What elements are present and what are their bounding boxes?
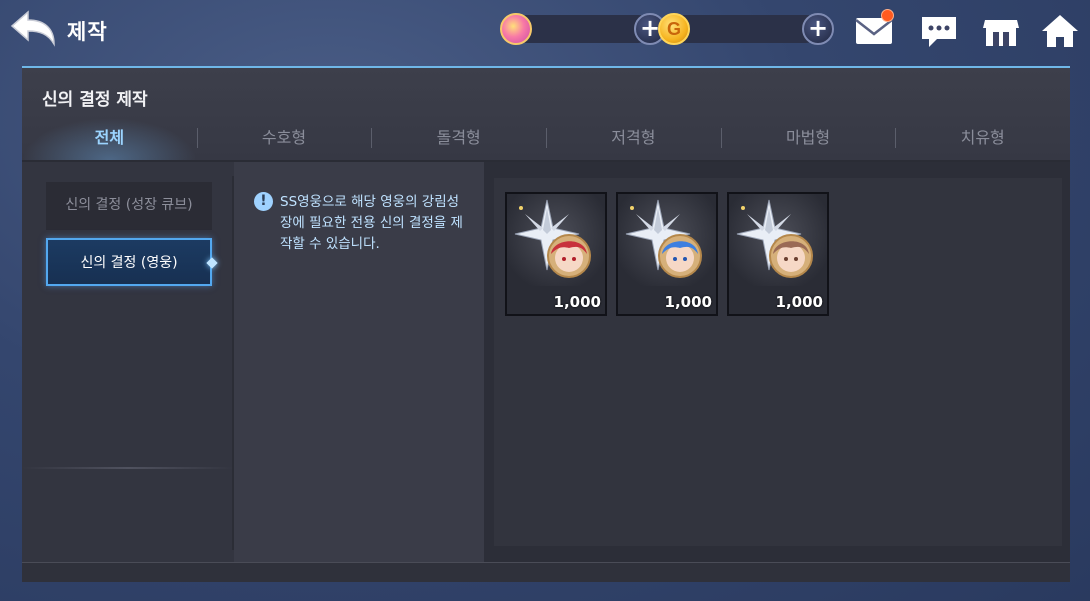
shop-button[interactable] xyxy=(981,12,1021,50)
back-button[interactable] xyxy=(8,8,58,52)
category-label: 신의 결정 (성장 큐브) xyxy=(65,197,193,213)
item-card[interactable]: 1,000 xyxy=(616,192,718,316)
item-card[interactable]: 1,000 xyxy=(505,192,607,316)
info-text: SS영웅으로 해당 영웅의 강림성장에 필요한 전용 신의 결정을 제작할 수 … xyxy=(280,194,463,252)
category-growth-cube-button[interactable]: 신의 결정 (성장 큐브) xyxy=(46,182,212,230)
panel-footer xyxy=(22,562,1070,582)
mail-button[interactable] xyxy=(854,9,894,50)
item-count: 1,000 xyxy=(775,293,823,311)
page-title: 제작 xyxy=(67,20,108,44)
gem-currency: + xyxy=(500,13,666,45)
top-bar: 제작 + G + xyxy=(0,0,1090,62)
tab-healer[interactable]: 치유형 xyxy=(895,118,1070,160)
section-title: 신의 결정 제작 xyxy=(42,90,148,110)
tab-assault[interactable]: 돌격형 xyxy=(371,118,546,160)
info-icon: ! xyxy=(254,192,273,211)
notification-dot xyxy=(881,9,894,22)
star-crystal-icon xyxy=(625,199,702,278)
category-label: 신의 결정 (영웅) xyxy=(80,255,178,271)
star-crystal-icon xyxy=(736,199,813,278)
category-hero-button[interactable]: 신의 결정 (영웅) xyxy=(46,238,218,286)
chat-button[interactable] xyxy=(919,12,959,50)
home-icon xyxy=(1042,15,1078,47)
item-card[interactable]: 1,000 xyxy=(727,192,829,316)
tab-all[interactable]: 전체 xyxy=(22,118,197,160)
crafting-panel: 신의 결정 제작 전체 수호형 돌격형 저격형 마법형 치유형 신의 결정 (성… xyxy=(22,66,1070,582)
crystal-item-art xyxy=(618,194,716,286)
column-divider xyxy=(232,176,234,550)
list-divider xyxy=(22,467,234,469)
item-panel: 1,000 1,000 1,000 xyxy=(484,162,1070,582)
selection-diamond-icon xyxy=(206,257,218,269)
category-list: 신의 결정 (성장 큐브) 신의 결정 (영웅) xyxy=(22,162,234,582)
tab-sniper[interactable]: 저격형 xyxy=(546,118,721,160)
chat-icon xyxy=(922,17,956,47)
gem-icon xyxy=(500,13,532,45)
shop-icon xyxy=(983,20,1019,46)
back-arrow-icon xyxy=(10,10,55,47)
tab-guardian[interactable]: 수호형 xyxy=(196,118,372,160)
item-grid: 1,000 1,000 1,000 xyxy=(494,178,1062,546)
item-count: 1,000 xyxy=(664,293,712,311)
item-count: 1,000 xyxy=(553,293,601,311)
home-button[interactable] xyxy=(1040,12,1080,50)
class-tabs: 전체 수호형 돌격형 저격형 마법형 치유형 xyxy=(22,118,1070,160)
gold-currency: G + xyxy=(658,13,834,45)
add-gold-button[interactable]: + xyxy=(802,13,834,45)
star-crystal-icon xyxy=(514,199,591,278)
panel-header: 신의 결정 제작 전체 수호형 돌격형 저격형 마법형 치유형 xyxy=(22,68,1070,162)
tab-magic[interactable]: 마법형 xyxy=(720,118,896,160)
crystal-item-art xyxy=(507,194,605,286)
gold-coin-icon: G xyxy=(658,13,690,45)
crystal-item-art xyxy=(729,194,827,286)
